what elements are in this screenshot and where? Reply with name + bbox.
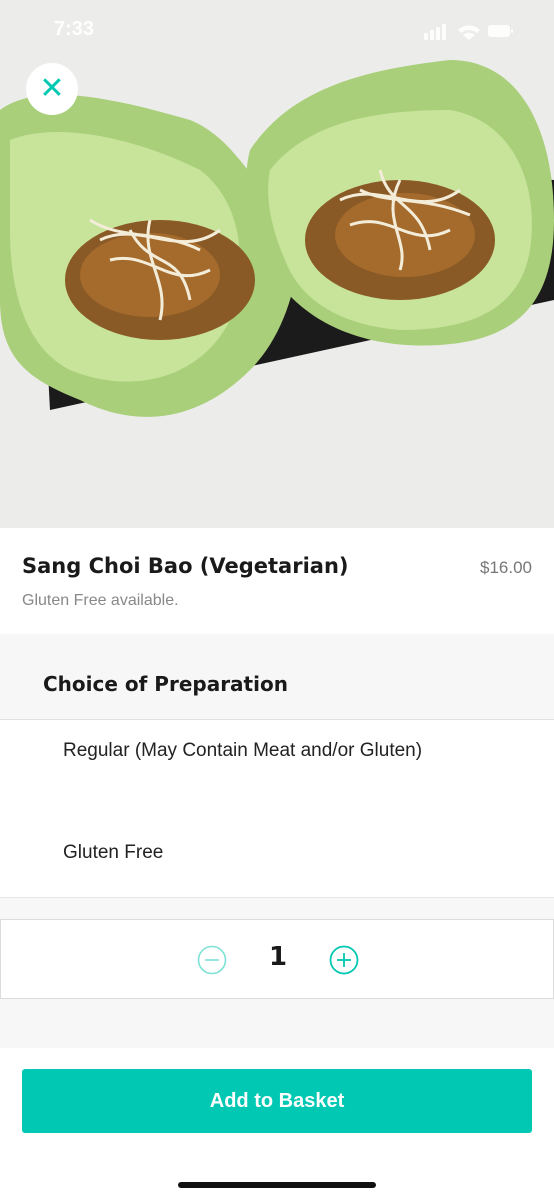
quantity-value: 1 <box>268 942 288 972</box>
item-description: Gluten Free available. <box>22 592 179 609</box>
close-button[interactable]: ✕ <box>26 63 78 115</box>
status-icons <box>424 24 513 40</box>
minus-circle-icon[interactable] <box>197 945 227 975</box>
home-indicator <box>178 1182 376 1188</box>
option-regular[interactable]: Regular (May Contain Meat and/or Gluten) <box>0 720 554 808</box>
item-name: Sang Choi Bao (Vegetarian) <box>22 554 349 578</box>
choice-title: Choice of Preparation <box>43 672 288 696</box>
plus-circle-icon[interactable] <box>329 945 359 975</box>
quantity-stepper: 1 <box>0 919 554 999</box>
item-price: $16.00 <box>480 558 532 577</box>
item-info: Sang Choi Bao (Vegetarian) $16.00 Gluten… <box>0 528 554 634</box>
item-photo <box>0 0 554 528</box>
add-to-basket-button[interactable]: Add to Basket <box>22 1069 532 1133</box>
option-label: Regular (May Contain Meat and/or Gluten) <box>63 740 423 761</box>
choice-section-header: Choice of Preparation <box>0 634 554 720</box>
status-bar: 7:33 <box>0 0 554 60</box>
option-label: Gluten Free <box>63 842 164 863</box>
close-icon: ✕ <box>39 71 65 106</box>
add-to-basket-label: Add to Basket <box>209 1089 345 1112</box>
option-gluten-free[interactable]: Gluten Free <box>0 808 554 898</box>
status-time: 7:33 <box>54 18 95 40</box>
